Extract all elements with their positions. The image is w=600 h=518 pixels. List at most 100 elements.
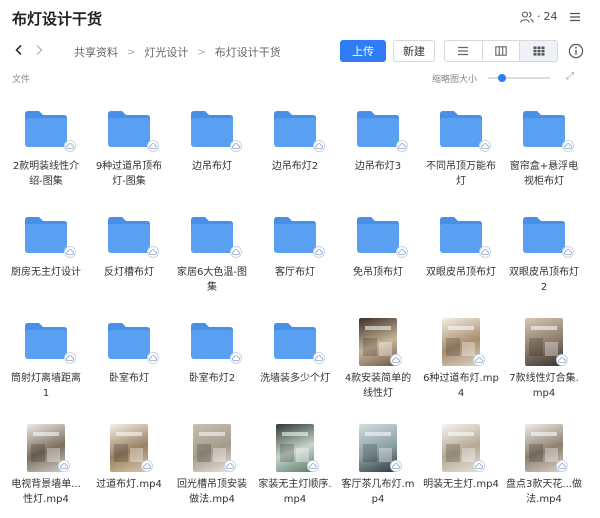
folder-thumbnail: [338, 100, 418, 156]
item-name: 6种过道布灯.mp4: [423, 373, 499, 399]
item-name: 反灯槽布灯: [104, 267, 154, 278]
video-file-item[interactable]: 回光槽吊顶安装做法.mp4: [172, 418, 252, 507]
item-name: 双眼皮吊顶布灯2: [509, 267, 579, 293]
folder-item[interactable]: 反灯槽布灯: [89, 206, 169, 280]
folder-icon: [440, 217, 482, 253]
folder-item[interactable]: 窗帘盒+悬浮电视柜布灯: [504, 100, 584, 189]
folder-thumbnail: [172, 206, 252, 262]
cloud-sync-icon: [479, 246, 491, 258]
item-name: 过道布灯.mp4: [96, 479, 162, 490]
folder-thumbnail: [255, 100, 335, 156]
item-name: 洗墙装多少个灯: [260, 373, 330, 384]
folder-icon: [25, 111, 67, 147]
video-thumbnail: [504, 312, 584, 368]
chevron-right-icon: [36, 45, 43, 55]
folder-item[interactable]: 家居6大色温-图集: [172, 206, 252, 295]
cloud-sync-icon: [64, 352, 76, 364]
folder-item[interactable]: 双眼皮吊顶布灯2: [504, 206, 584, 295]
item-name: 筒射灯离墙距离1: [11, 373, 81, 399]
folder-item[interactable]: 卧室布灯2: [172, 312, 252, 386]
list-view-button[interactable]: [445, 41, 483, 61]
sub-toolbar: 文件 缩略图大小 ⤢: [0, 70, 600, 86]
item-name: 不同吊顶万能布灯: [426, 161, 496, 187]
breadcrumb: 共享资料 > 灯光设计 > 布灯设计干货: [74, 44, 281, 60]
folder-thumbnail: [6, 100, 86, 156]
expand-icon[interactable]: ⤢: [566, 71, 574, 82]
cloud-sync-icon: [64, 140, 76, 152]
cloud-sync-icon: [230, 352, 242, 364]
view-mode-group: [444, 40, 558, 62]
cloud-sync-icon: [141, 460, 153, 472]
columns-icon: [495, 46, 507, 56]
video-thumbnail: [338, 418, 418, 474]
folder-item[interactable]: 2款明装线性介绍-图集: [6, 100, 86, 189]
folder-thumbnail: [6, 312, 86, 368]
folder-icon: [108, 111, 150, 147]
item-name: 客厅布灯: [275, 267, 315, 278]
page-title: 布灯设计干货: [12, 10, 103, 28]
breadcrumb-separator-icon: >: [127, 46, 136, 58]
video-thumbnail: [89, 418, 169, 474]
item-name: 4款安装简单的线性灯: [344, 373, 412, 399]
folder-item[interactable]: 不同吊顶万能布灯: [421, 100, 501, 189]
video-file-item[interactable]: 过道布灯.mp4: [89, 418, 169, 492]
folder-item[interactable]: 客厅布灯: [255, 206, 335, 280]
video-file-item[interactable]: 明装无主灯.mp4: [421, 418, 501, 492]
folder-item[interactable]: 厨房无主灯设计: [6, 206, 86, 280]
folder-icon: [357, 217, 399, 253]
video-file-item[interactable]: 7款线性灯合集.mp4: [504, 312, 584, 401]
thumbnail-size-slider[interactable]: [488, 74, 550, 82]
folder-icon: [108, 217, 150, 253]
breadcrumb-item-shared[interactable]: 共享资料: [74, 44, 118, 60]
cloud-sync-icon: [313, 352, 325, 364]
folder-item[interactable]: 边吊布灯3: [338, 100, 418, 174]
info-button[interactable]: [566, 40, 586, 62]
item-name: 双眼皮吊顶布灯: [426, 267, 496, 278]
folder-item[interactable]: 洗墙装多少个灯: [255, 312, 335, 386]
cloud-sync-icon: [473, 460, 485, 472]
cloud-sync-icon: [396, 246, 408, 258]
folder-thumbnail: [89, 206, 169, 262]
cloud-sync-icon: [147, 140, 159, 152]
new-button[interactable]: 新建: [393, 40, 435, 62]
menu-button[interactable]: [568, 9, 582, 23]
breadcrumb-item-current[interactable]: 布灯设计干货: [215, 44, 281, 60]
folder-item[interactable]: 筒射灯离墙距离1: [6, 312, 86, 401]
thumbnail-view-button[interactable]: [520, 41, 557, 61]
back-button[interactable]: [12, 42, 26, 58]
folder-item[interactable]: 边吊布灯: [172, 100, 252, 174]
toolbar: 共享资料 > 灯光设计 > 布灯设计干货 上传 新建: [0, 34, 600, 68]
forward-button[interactable]: [32, 42, 46, 58]
video-file-item[interactable]: 客厅茶几布灯.mp4: [338, 418, 418, 507]
folder-item[interactable]: 卧室布灯: [89, 312, 169, 386]
folder-thumbnail: [89, 100, 169, 156]
video-file-item[interactable]: 电视背景墙单...性灯.mp4: [6, 418, 86, 507]
folder-thumbnail: [172, 312, 252, 368]
folder-thumbnail: [89, 312, 169, 368]
folder-item[interactable]: 边吊布灯2: [255, 100, 335, 174]
item-name: 盘点3款天花...做法.mp4: [506, 479, 582, 505]
video-file-item[interactable]: 盘点3款天花...做法.mp4: [504, 418, 584, 507]
members-button[interactable]: · 24: [520, 10, 558, 23]
cloud-sync-icon: [230, 140, 242, 152]
folder-item[interactable]: 9种过道吊顶布灯-图集: [89, 100, 169, 189]
slider-knob[interactable]: [498, 74, 506, 82]
cloud-sync-icon: [224, 460, 236, 472]
folder-item[interactable]: 双眼皮吊顶布灯: [421, 206, 501, 280]
item-name: 边吊布灯2: [271, 161, 319, 172]
video-thumbnail: [255, 418, 335, 474]
folder-icon: [523, 111, 565, 147]
folder-item[interactable]: 免吊顶布灯: [338, 206, 418, 280]
video-file-item[interactable]: 家装无主灯顺序.mp4: [255, 418, 335, 507]
folder-thumbnail: [338, 206, 418, 262]
folder-icon: [274, 111, 316, 147]
cloud-sync-icon: [556, 460, 568, 472]
chevron-left-icon: [15, 44, 22, 56]
folder-icon: [274, 217, 316, 253]
breadcrumb-item-lighting[interactable]: 灯光设计: [144, 44, 188, 60]
title-bar: 布灯设计干货 · 24: [0, 0, 600, 34]
video-file-item[interactable]: 4款安装简单的线性灯: [338, 312, 418, 401]
video-file-item[interactable]: 6种过道布灯.mp4: [421, 312, 501, 401]
upload-button[interactable]: 上传: [340, 40, 386, 62]
column-view-button[interactable]: [483, 41, 521, 61]
